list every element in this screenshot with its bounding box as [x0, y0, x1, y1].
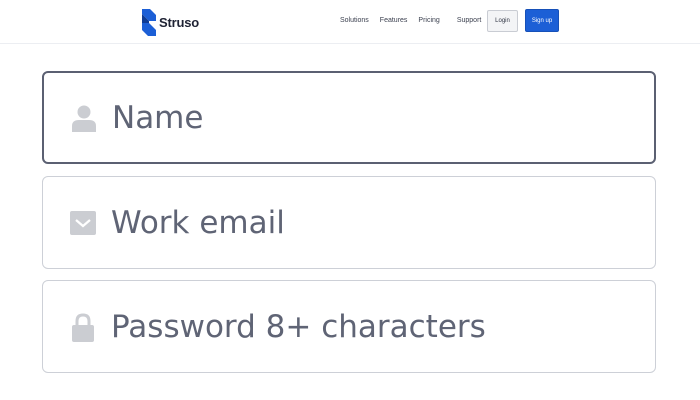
login-button[interactable]: Login: [487, 10, 518, 32]
brand-name: Struso: [159, 14, 199, 30]
signup-button[interactable]: Sign up: [525, 9, 559, 32]
name-field[interactable]: [42, 71, 656, 164]
work-email-field[interactable]: [42, 176, 656, 269]
nav-link-features[interactable]: Features: [380, 17, 408, 24]
nav-link-pricing[interactable]: Pricing: [418, 17, 439, 24]
user-icon: [70, 104, 98, 132]
brand-logo[interactable]: Struso: [141, 7, 199, 37]
name-input[interactable]: [112, 73, 640, 162]
nav-links: Solutions Features Pricing Support: [340, 14, 492, 26]
nav-link-solutions[interactable]: Solutions: [340, 17, 369, 24]
password-field[interactable]: [42, 280, 656, 373]
top-navbar: Struso Solutions Features Pricing Suppor…: [0, 0, 700, 44]
nav-link-support[interactable]: Support: [457, 17, 482, 24]
password-input[interactable]: [111, 281, 641, 372]
work-email-input[interactable]: [111, 177, 641, 268]
lock-icon: [69, 312, 97, 342]
mail-icon: [69, 209, 97, 237]
struso-logo-icon: [142, 8, 156, 36]
